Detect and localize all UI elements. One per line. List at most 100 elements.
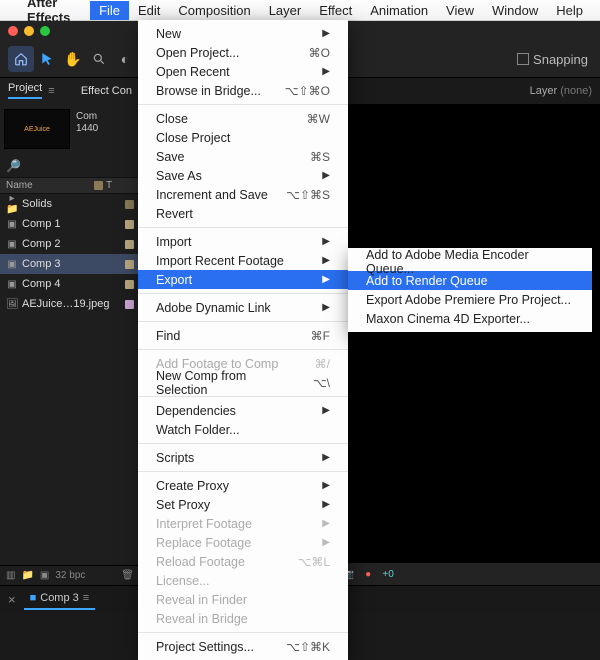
project-tab[interactable]: Project: [8, 82, 42, 99]
project-panel-header: Project ≡ Effect Con: [0, 78, 140, 103]
menu-item[interactable]: Save⌘S: [138, 147, 348, 166]
comp-icon: ▣: [6, 279, 18, 290]
menu-item-label: Save: [156, 150, 282, 164]
comp-thumbnail[interactable]: AEJuice: [4, 109, 70, 149]
label-swatch-icon: [94, 181, 103, 190]
project-menu-icon[interactable]: ≡: [48, 85, 54, 97]
menu-file[interactable]: File: [90, 1, 129, 20]
exposure-value-icon[interactable]: +0: [381, 567, 395, 581]
menu-window[interactable]: Window: [483, 1, 547, 20]
effect-controls-tab[interactable]: Effect Con: [81, 85, 132, 97]
comp-meta-name: Com: [76, 111, 136, 123]
app-name[interactable]: After Effects: [18, 0, 90, 27]
label-swatch-icon: [125, 200, 134, 209]
menu-item[interactable]: Scripts▶: [138, 448, 348, 467]
menu-item[interactable]: Revert: [138, 204, 348, 223]
close-window-button[interactable]: [8, 26, 18, 36]
menu-animation[interactable]: Animation: [361, 1, 437, 20]
new-folder-icon[interactable]: 📁: [21, 570, 33, 581]
layer-label: Layer: [530, 85, 558, 97]
zoom-window-button[interactable]: [40, 26, 50, 36]
orbit-tool[interactable]: ◐: [112, 46, 138, 72]
menu-help[interactable]: Help: [547, 1, 592, 20]
hand-tool[interactable]: ✋: [60, 46, 86, 72]
menu-shortcut: ⌘/: [282, 357, 330, 371]
menu-item[interactable]: Dependencies▶: [138, 401, 348, 420]
close-tab-icon[interactable]: ×: [8, 592, 16, 607]
project-item[interactable]: ▣Comp 2: [0, 234, 140, 254]
menu-item-label: Scripts: [156, 451, 316, 465]
menu-edit[interactable]: Edit: [129, 1, 169, 20]
viewer-tab-layer[interactable]: Layer (none): [530, 85, 592, 97]
menu-item-label: Close Project: [156, 131, 330, 145]
project-item[interactable]: ▣Comp 1: [0, 214, 140, 234]
menu-item-label: Interpret Footage: [156, 517, 316, 531]
label-swatch-icon: [125, 300, 134, 309]
new-bin-icon[interactable]: ▥: [6, 570, 15, 581]
menu-item[interactable]: Export▶: [138, 270, 348, 289]
project-item[interactable]: ▣ Comp 4: [0, 274, 140, 294]
mac-menu-bar: After Effects File Edit Composition Laye…: [0, 0, 600, 21]
menu-shortcut: ⌥⇧⌘S: [282, 188, 330, 202]
menu-item[interactable]: Increment and Save⌥⇧⌘S: [138, 185, 348, 204]
project-item[interactable]: ▸ 📁Solids: [0, 194, 140, 214]
menu-item[interactable]: Open Project...⌘O: [138, 43, 348, 62]
menu-item[interactable]: Set Proxy▶: [138, 495, 348, 514]
menu-item[interactable]: Import▶: [138, 232, 348, 251]
project-item-label: Comp 4: [22, 278, 121, 290]
menu-shortcut: ⌘O: [282, 46, 330, 60]
zoom-tool[interactable]: [86, 46, 112, 72]
menu-shortcut: ⌥⇧⌘K: [282, 640, 330, 654]
exposure-icon[interactable]: ●: [361, 567, 375, 581]
home-button[interactable]: [8, 46, 34, 72]
project-item[interactable]: 🖼AEJuice…19.jpeg: [0, 294, 140, 314]
project-item-label: AEJuice…19.jpeg: [22, 298, 121, 310]
project-search[interactable]: 🔎: [6, 159, 134, 173]
submenu-arrow-icon: ▶: [322, 480, 330, 491]
submenu-arrow-icon: ▶: [322, 537, 330, 548]
minimize-window-button[interactable]: [24, 26, 34, 36]
menu-item[interactable]: New▶: [138, 24, 348, 43]
timeline-tab-comp3[interactable]: ■ Comp 3 ≡: [24, 588, 96, 610]
menu-item-label: Save As: [156, 169, 316, 183]
label-swatch-icon: [125, 240, 134, 249]
submenu-item-label: Export Adobe Premiere Pro Project...: [366, 293, 574, 307]
thumbnail-label: AEJuice: [24, 126, 50, 133]
menu-effect[interactable]: Effect: [310, 1, 361, 20]
menu-item-label: Watch Folder...: [156, 423, 330, 437]
layer-value: (none): [560, 85, 592, 97]
search-icon: 🔎: [6, 159, 21, 173]
menu-item[interactable]: Create Proxy▶: [138, 476, 348, 495]
menu-item[interactable]: Find⌘F: [138, 326, 348, 345]
new-comp-icon[interactable]: ▣: [40, 570, 49, 581]
submenu-item[interactable]: Add to Render Queue: [348, 271, 592, 290]
menu-item[interactable]: Browse in Bridge...⌥⇧⌘O: [138, 81, 348, 100]
menu-item: License...: [138, 571, 348, 590]
project-item[interactable]: ▣Comp 3: [0, 254, 140, 274]
submenu-item[interactable]: Export Adobe Premiere Pro Project...: [348, 290, 592, 309]
menu-item-label: Set Proxy: [156, 498, 316, 512]
menu-item-label: License...: [156, 574, 330, 588]
menu-item[interactable]: Adobe Dynamic Link▶: [138, 298, 348, 317]
menu-item[interactable]: New Comp from Selection⌥\: [138, 373, 348, 392]
menu-item[interactable]: Import Recent Footage▶: [138, 251, 348, 270]
menu-item[interactable]: Project Settings...⌥⇧⌘K: [138, 637, 348, 656]
selection-tool[interactable]: [34, 46, 60, 72]
menu-layer[interactable]: Layer: [260, 1, 311, 20]
menu-item[interactable]: Close⌘W: [138, 109, 348, 128]
menu-composition[interactable]: Composition: [169, 1, 259, 20]
project-item-label: Comp 1: [22, 218, 121, 230]
menu-item[interactable]: Save As▶: [138, 166, 348, 185]
trash-icon[interactable]: 🗑: [121, 570, 134, 581]
menu-item-label: Revert: [156, 207, 330, 221]
project-list: Name T ▸ 📁Solids▣Comp 1▣Comp 2▣Comp 3▣Co…: [0, 177, 140, 585]
submenu-item[interactable]: Maxon Cinema 4D Exporter...: [348, 309, 592, 328]
menu-item[interactable]: Watch Folder...: [138, 420, 348, 439]
menu-view[interactable]: View: [437, 1, 483, 20]
menu-item[interactable]: Open Recent▶: [138, 62, 348, 81]
menu-item[interactable]: Close Project: [138, 128, 348, 147]
submenu-item[interactable]: Add to Adobe Media Encoder Queue...: [348, 252, 592, 271]
snapping-toggle[interactable]: Snapping: [517, 52, 592, 67]
menu-item-label: Import: [156, 235, 316, 249]
bpc-label[interactable]: 32 bpc: [55, 570, 85, 581]
